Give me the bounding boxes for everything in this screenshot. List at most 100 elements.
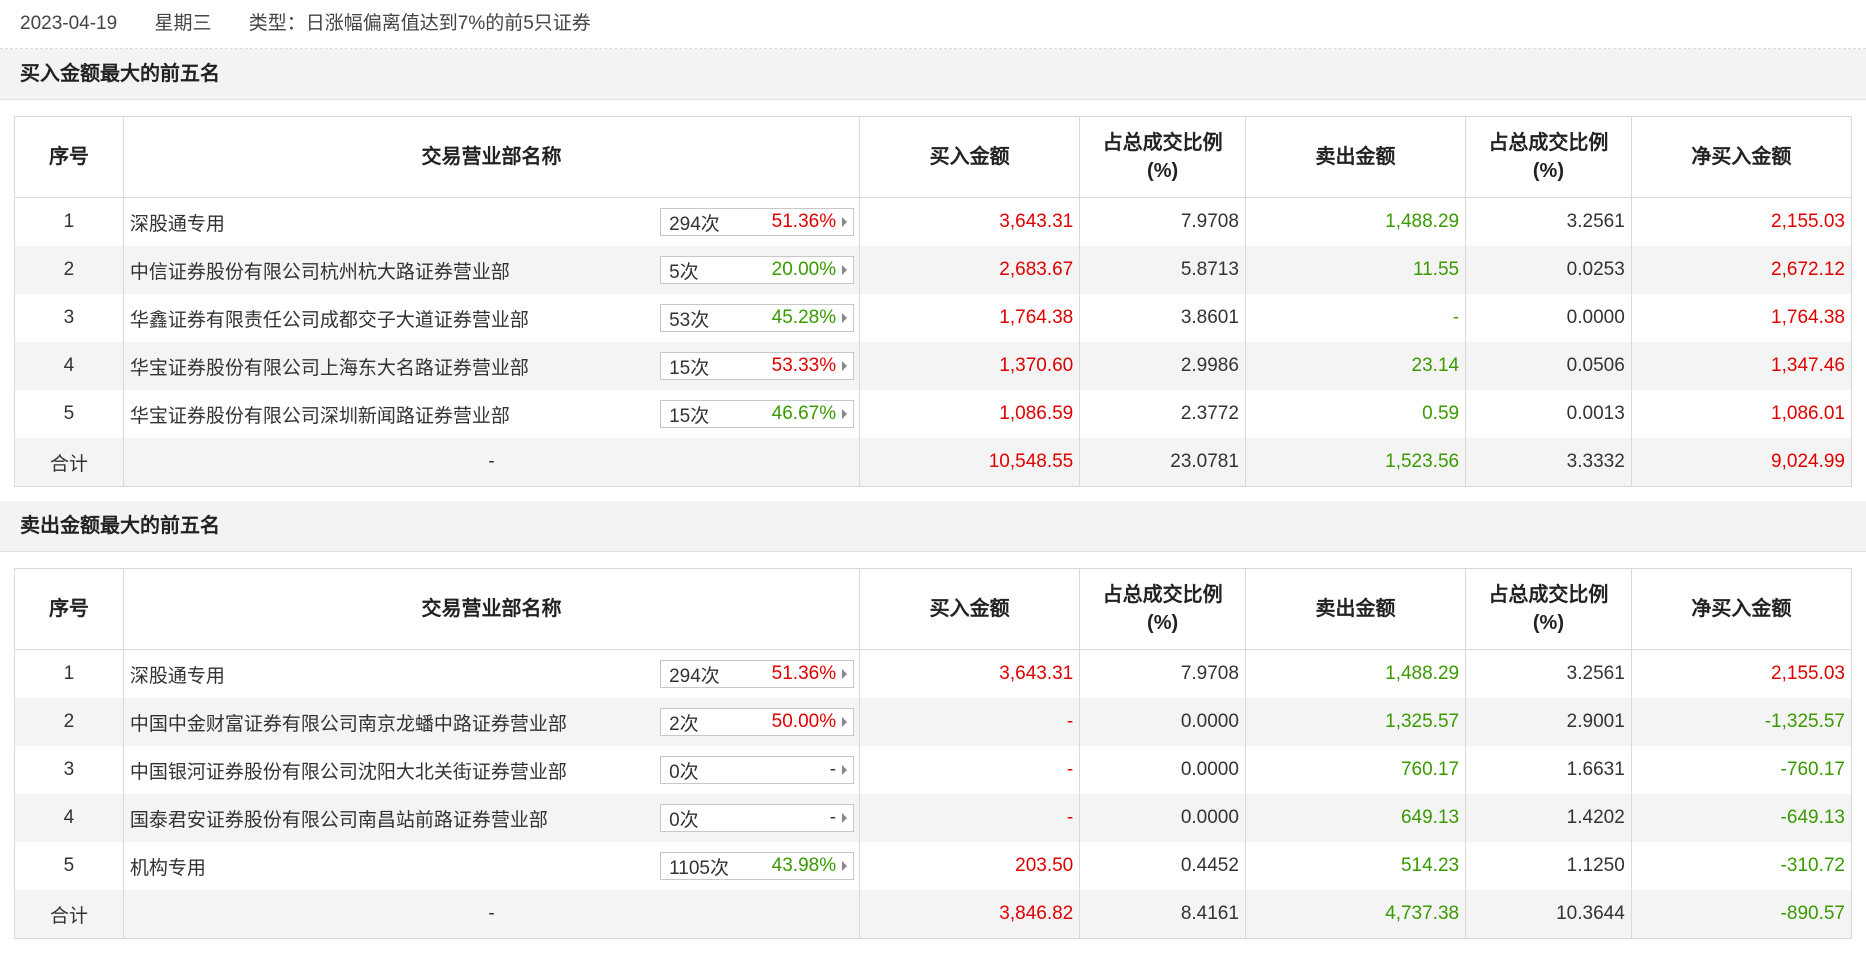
caret-right-icon	[842, 409, 848, 419]
branch-name: 国泰君安证券股份有限公司南昌站前路证券营业部	[129, 809, 548, 831]
trade-date: 2023-04-19	[20, 13, 118, 34]
row-sell-amount: 1,488.29	[1244, 197, 1467, 246]
row-buy-ratio: 0.0000	[1079, 746, 1246, 794]
row-name-cell: 中国银河证券股份有限公司沈阳大北关街证券营业部 0次 -	[122, 746, 861, 794]
history-stats-button[interactable]: 1105次 43.98%	[660, 852, 855, 880]
appearance-count: 0次	[669, 809, 699, 831]
col-sell-ratio: 占总成交比例 (%)	[1465, 116, 1632, 198]
row-sell-ratio: 2.9001	[1465, 698, 1632, 746]
row-name-cell: 深股通专用 294次 51.36%	[122, 197, 861, 246]
row-sell-ratio: 1.4202	[1465, 794, 1632, 842]
row-buy-amount: 2,683.67	[859, 246, 1081, 294]
win-rate: 53.33%	[771, 355, 837, 376]
row-name-cell: 华鑫证券有限责任公司成都交子大道证券营业部 53次 45.28%	[122, 294, 861, 342]
top-info-bar: 2023-04-19 星期三 类型：日涨幅偏离值达到7%的前5只证券	[0, 0, 1866, 49]
row-seq: 5	[14, 842, 124, 890]
row-sell-amount: 11.55	[1244, 246, 1467, 294]
list-type: 类型：日涨幅偏离值达到7%的前5只证券	[248, 13, 591, 34]
row-sell-amount: 1,488.29	[1244, 649, 1467, 698]
col-seq: 序号	[14, 116, 124, 198]
caret-right-icon	[842, 861, 848, 871]
appearance-count: 0次	[669, 761, 699, 783]
win-rate: 45.28%	[771, 307, 837, 328]
total-sell-amount: 4,737.38	[1244, 890, 1467, 939]
col-buy: 买入金额	[859, 116, 1081, 198]
row-seq: 4	[14, 342, 124, 390]
row-sell-amount: -	[1244, 294, 1467, 342]
row-buy-amount: 3,643.31	[859, 197, 1081, 246]
history-stats-button[interactable]: 0次 -	[660, 756, 855, 784]
row-sell-amount: 1,325.57	[1244, 698, 1467, 746]
col-buy-ratio: 占总成交比例 (%)	[1079, 568, 1246, 650]
row-net-amount: 2,155.03	[1630, 197, 1853, 246]
caret-right-icon	[842, 765, 848, 775]
col-name: 交易营业部名称	[122, 568, 861, 650]
sell-top5-table: 序号 交易营业部名称 买入金额 占总成交比例 (%) 卖出金额 占总成交比例 (%)…	[14, 568, 1853, 939]
history-stats-button[interactable]: 2次 50.00%	[660, 708, 855, 736]
row-net-amount: -1,325.57	[1630, 698, 1853, 746]
table-row: 5 华宝证券股份有限公司深圳新闻路证券营业部 15次 46.67% 1,086.59 2.…	[14, 390, 1853, 438]
history-stats-button[interactable]: 53次 45.28%	[660, 304, 855, 332]
row-name-cell: 国泰君安证券股份有限公司南昌站前路证券营业部 0次 -	[122, 794, 861, 842]
history-stats-button[interactable]: 15次 46.67%	[660, 400, 855, 428]
history-stats-button[interactable]: 294次 51.36%	[660, 660, 855, 688]
total-buy-ratio: 23.0781	[1079, 438, 1246, 487]
branch-name: 华宝证券股份有限公司上海东大名路证券营业部	[129, 357, 529, 379]
win-rate: 20.00%	[771, 259, 837, 280]
history-stats-button[interactable]: 0次 -	[660, 804, 855, 832]
row-sell-ratio: 1.6631	[1465, 746, 1632, 794]
row-sell-ratio: 0.0000	[1465, 294, 1632, 342]
col-sell: 卖出金额	[1244, 116, 1467, 198]
branch-name: 机构专用	[129, 857, 206, 879]
total-buy-ratio: 8.4161	[1079, 890, 1246, 939]
branch-name: 华鑫证券有限责任公司成都交子大道证券营业部	[129, 309, 529, 331]
col-sell-ratio: 占总成交比例 (%)	[1465, 568, 1632, 650]
row-net-amount: -760.17	[1630, 746, 1853, 794]
row-sell-ratio: 0.0506	[1465, 342, 1632, 390]
appearance-count: 15次	[669, 357, 710, 379]
history-stats-button[interactable]: 5次 20.00%	[660, 256, 855, 284]
table-row: 4 国泰君安证券股份有限公司南昌站前路证券营业部 0次 - -0.0000 649.13 1…	[14, 794, 1853, 842]
row-net-amount: -649.13	[1630, 794, 1853, 842]
col-sell: 卖出金额	[1244, 568, 1467, 650]
history-stats-button[interactable]: 294次 51.36%	[660, 208, 855, 236]
win-rate: -	[829, 759, 837, 780]
buy-table-wrapper: 序号 交易营业部名称 买入金额 占总成交比例 (%) 卖出金额 占总成交比例 (%)…	[0, 100, 1866, 501]
branch-name: 华宝证券股份有限公司深圳新闻路证券营业部	[129, 405, 510, 427]
sell-section-title: 卖出金额最大的前五名	[0, 501, 1866, 552]
total-sell-amount: 1,523.56	[1244, 438, 1467, 487]
history-stats-button[interactable]: 15次 53.33%	[660, 352, 855, 380]
row-sell-amount: 649.13	[1244, 794, 1467, 842]
row-seq: 4	[14, 794, 124, 842]
caret-right-icon	[842, 313, 848, 323]
buy-section-title: 买入金额最大的前五名	[0, 49, 1866, 100]
caret-right-icon	[842, 717, 848, 727]
col-net: 净买入金额	[1630, 568, 1853, 650]
row-buy-ratio: 2.9986	[1079, 342, 1246, 390]
total-row: 合计 -3,846.82 8.4161 4,737.38 10.3644 -890.57	[14, 890, 1853, 939]
row-buy-amount: -	[859, 746, 1081, 794]
table-header-row: 序号 交易营业部名称 买入金额 占总成交比例 (%) 卖出金额 占总成交比例 (%)…	[14, 116, 1853, 198]
row-buy-ratio: 0.0000	[1079, 698, 1246, 746]
appearance-count: 1105次	[669, 857, 729, 879]
table-row: 1 深股通专用 294次 51.36% 3,643.31 7.9708 1,488.29 3.…	[14, 649, 1853, 698]
row-name-cell: 华宝证券股份有限公司深圳新闻路证券营业部 15次 46.67%	[122, 390, 861, 438]
row-seq: 2	[14, 246, 124, 294]
caret-right-icon	[842, 813, 848, 823]
row-buy-amount: 1,764.38	[859, 294, 1081, 342]
appearance-count: 53次	[669, 309, 710, 331]
win-rate: 50.00%	[771, 711, 837, 732]
branch-name: 中国银河证券股份有限公司沈阳大北关街证券营业部	[129, 761, 567, 783]
branch-name: 深股通专用	[129, 665, 225, 687]
col-name: 交易营业部名称	[122, 116, 861, 198]
row-name-cell: 华宝证券股份有限公司上海东大名路证券营业部 15次 53.33%	[122, 342, 861, 390]
total-row: 合计 -10,548.55 23.0781 1,523.56 3.3332 9,024.9…	[14, 438, 1853, 487]
appearance-count: 5次	[669, 261, 699, 283]
row-seq: 1	[14, 197, 124, 246]
row-buy-amount: 3,643.31	[859, 649, 1081, 698]
appearance-count: 294次	[669, 665, 720, 687]
appearance-count: 294次	[669, 213, 720, 235]
caret-right-icon	[842, 217, 848, 227]
win-rate: 51.36%	[771, 663, 837, 684]
row-net-amount: 2,155.03	[1630, 649, 1853, 698]
